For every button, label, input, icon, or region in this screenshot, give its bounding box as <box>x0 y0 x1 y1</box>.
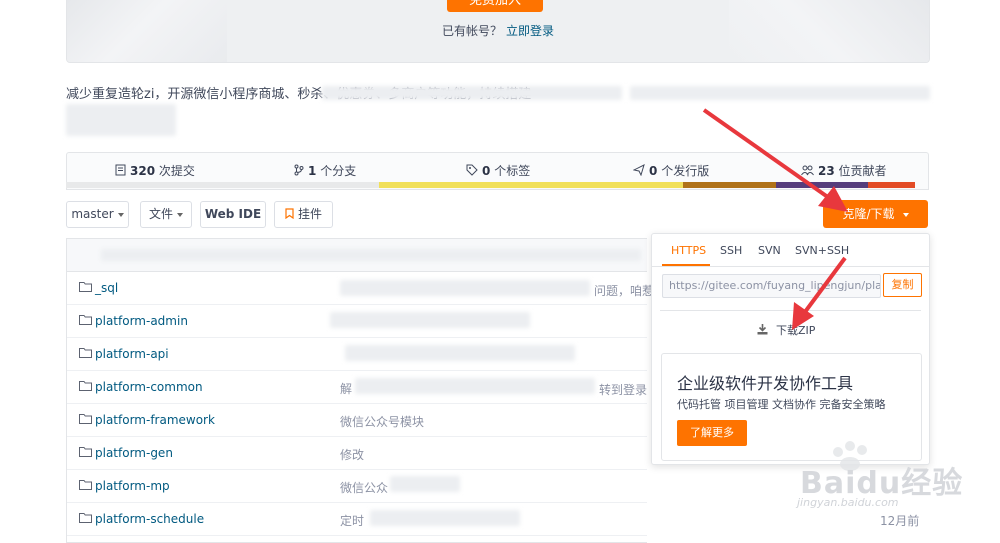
arrow-head <box>818 186 848 212</box>
arrow-line <box>702 108 834 202</box>
arrow-line <box>800 256 847 318</box>
watermark-url: jingyan.baidu.com <box>797 496 899 509</box>
